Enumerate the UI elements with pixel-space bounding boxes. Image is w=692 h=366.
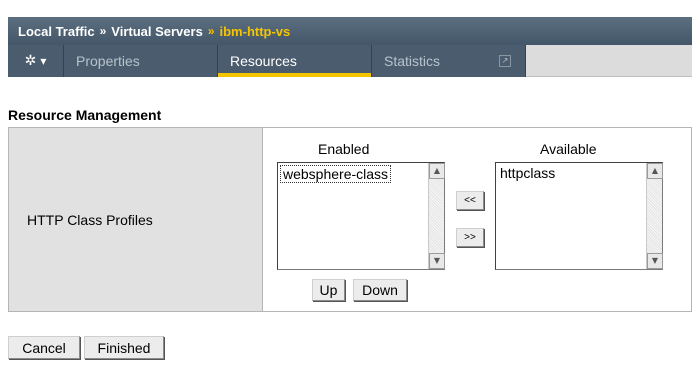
section-title: Resource Management: [8, 107, 162, 123]
breadcrumb-current: ibm-http-vs: [219, 23, 291, 39]
breadcrumb-virtual-servers[interactable]: Virtual Servers: [111, 24, 203, 39]
scroll-down-icon[interactable]: ▼: [647, 253, 663, 269]
scrollbar[interactable]: ▲ ▼: [428, 163, 445, 269]
external-link-icon[interactable]: ↗: [499, 55, 511, 67]
top-strip: [0, 0, 692, 5]
http-class-profiles-row: HTTP Class Profiles Enabled Available we…: [8, 127, 692, 312]
gear-icon: ✲: [24, 53, 37, 69]
cancel-button[interactable]: Cancel: [8, 336, 80, 359]
list-item[interactable]: websphere-class: [280, 165, 392, 183]
down-button[interactable]: Down: [353, 279, 407, 301]
breadcrumb-separator: »: [99, 24, 107, 38]
available-list[interactable]: httpclass ▲ ▼: [495, 162, 663, 270]
move-to-enabled-button[interactable]: <<: [456, 191, 484, 210]
field-value: Enabled Available websphere-class ▲ ▼ <<…: [263, 128, 691, 311]
enabled-list[interactable]: websphere-class ▲ ▼: [277, 162, 445, 270]
field-label: HTTP Class Profiles: [9, 128, 263, 311]
tab-label: Properties: [76, 53, 140, 69]
tab-properties[interactable]: Properties: [64, 45, 218, 77]
scroll-up-icon[interactable]: ▲: [429, 163, 445, 179]
scroll-down-icon[interactable]: ▼: [429, 253, 445, 269]
breadcrumb: Local Traffic » Virtual Servers » ibm-ht…: [8, 17, 692, 45]
tab-label: Statistics: [384, 53, 441, 69]
move-to-available-button[interactable]: >>: [456, 228, 484, 247]
breadcrumb-local-traffic[interactable]: Local Traffic: [18, 24, 95, 39]
tab-label: Resources: [230, 53, 297, 69]
tab-bar: ✲ ▾ Properties Resources Statistics ↗: [8, 45, 692, 77]
up-button[interactable]: Up: [312, 279, 345, 301]
scroll-up-icon[interactable]: ▲: [647, 163, 663, 179]
list-item[interactable]: httpclass: [498, 165, 557, 181]
breadcrumb-separator: »: [207, 24, 215, 38]
scrollbar[interactable]: ▲ ▼: [646, 163, 663, 269]
available-header: Available: [540, 141, 597, 157]
finished-button[interactable]: Finished: [84, 336, 164, 359]
chevron-down-icon: ▾: [40, 54, 47, 68]
tab-statistics[interactable]: Statistics ↗: [372, 45, 526, 77]
enabled-header: Enabled: [318, 141, 370, 157]
tab-options-menu[interactable]: ✲ ▾: [8, 45, 64, 77]
tab-resources[interactable]: Resources: [218, 45, 372, 77]
